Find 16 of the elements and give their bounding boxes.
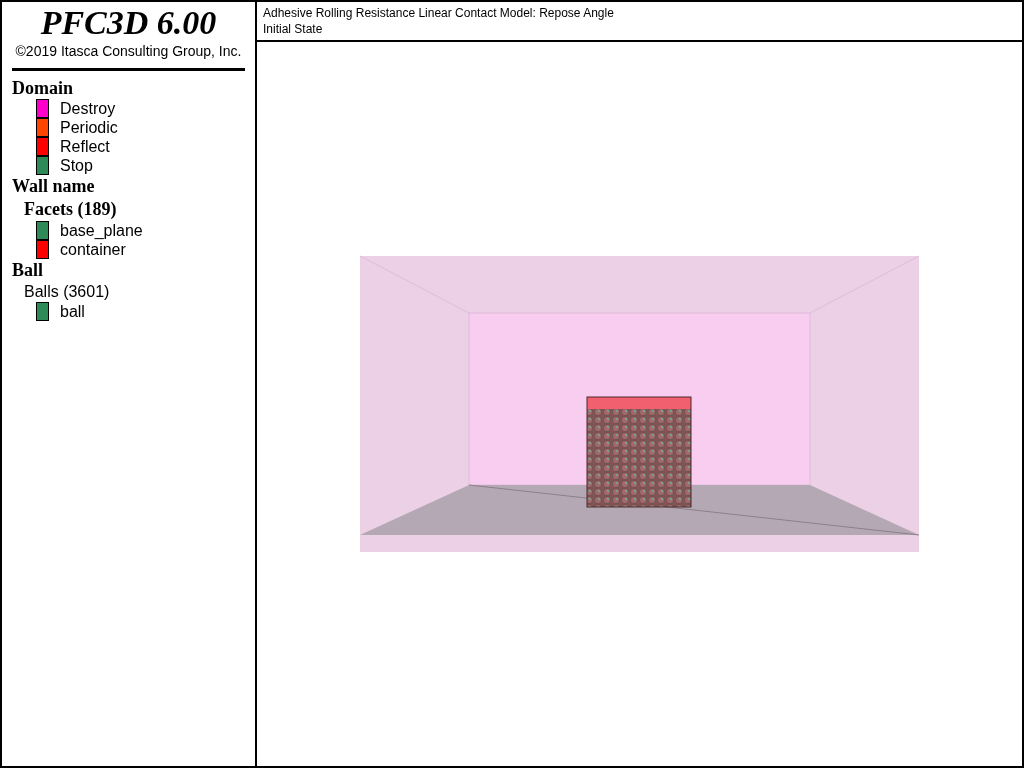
legend-label: Reflect [60,137,110,156]
legend-heading: Domain [12,78,74,99]
legend-label: base_plane [60,221,143,240]
plot-title: Adhesive Rolling Resistance Linear Contact Model: Repose Angle [263,5,614,21]
copyright-text: ©2019 Itasca Consulting Group, Inc. [14,42,243,60]
legend-label: Periodic [60,118,118,137]
legend-label: ball [60,302,85,321]
legend-heading: Wall name [12,176,96,197]
plot-title: Initial State [263,21,323,37]
legend-subheading: Facets (189) [23,198,118,221]
legend-label: Destroy [60,99,116,118]
legend-label: Stop [60,156,93,175]
app-title: PFC3D 6.00 [39,4,218,42]
legend-heading: Ball [12,260,44,281]
legend-label: container [60,240,126,259]
legend-group-label: Balls (3601) [23,282,110,302]
